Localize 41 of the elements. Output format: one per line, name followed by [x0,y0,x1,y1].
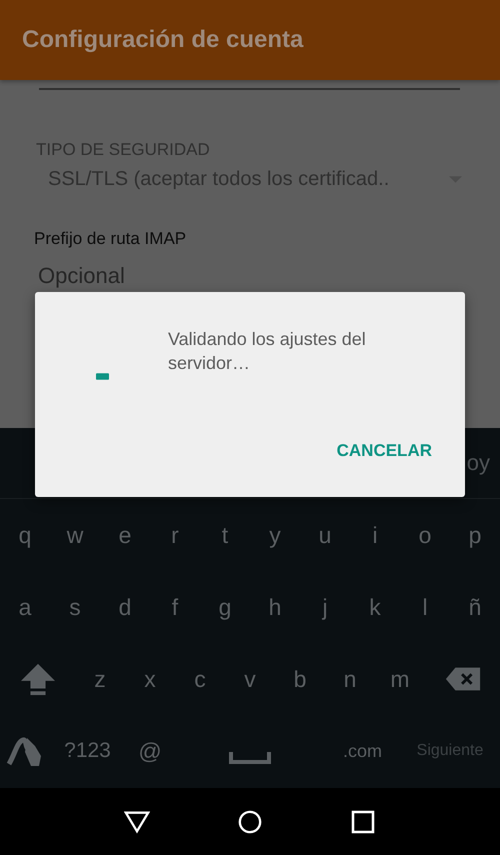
back-icon[interactable] [124,810,150,834]
key[interactable]: z [75,651,125,707]
recents-icon[interactable] [350,810,376,834]
key[interactable]: u [300,507,350,563]
screen-title: Configuración de cuenta [22,26,304,54]
home-icon[interactable] [236,810,263,834]
key[interactable]: i [350,507,400,563]
key[interactable]: o [400,507,450,563]
key[interactable]: g [200,579,250,635]
key[interactable]: e [100,507,150,563]
key[interactable]: l [400,579,450,635]
key[interactable]: j [300,579,350,635]
key[interactable]: x [125,651,175,707]
progress-spinner [96,373,109,380]
key[interactable]: .com [325,723,400,779]
key[interactable]: v [225,651,275,707]
key[interactable]: t [200,507,250,563]
suggestion[interactable]: oy [466,450,490,476]
cancel-button[interactable]: CANCELAR [328,435,441,467]
key[interactable]: ?123 [50,723,125,779]
dialog-message: Validando los ajustes del servidor… [168,328,367,375]
key[interactable]: @ [125,723,175,779]
field-label: Prefijo de ruta IMAP [34,229,188,249]
key[interactable]: s [50,579,100,635]
key[interactable]: a [0,579,50,635]
key[interactable]: m [375,651,425,707]
key[interactable]: r [150,507,200,563]
key[interactable]: k [350,579,400,635]
key[interactable]: b [275,651,325,707]
key[interactable]: n [325,651,375,707]
key[interactable]: c [175,651,225,707]
key[interactable]: w [50,507,100,563]
shift-key-icon[interactable] [18,662,56,696]
key[interactable]: d [100,579,150,635]
key[interactable]: y [250,507,300,563]
key[interactable]: h [250,579,300,635]
key[interactable]: ñ [450,579,500,635]
key[interactable]: q [0,507,50,563]
spacebar-icon[interactable] [229,752,271,764]
key[interactable]: f [150,579,200,635]
key[interactable]: p [450,507,500,563]
